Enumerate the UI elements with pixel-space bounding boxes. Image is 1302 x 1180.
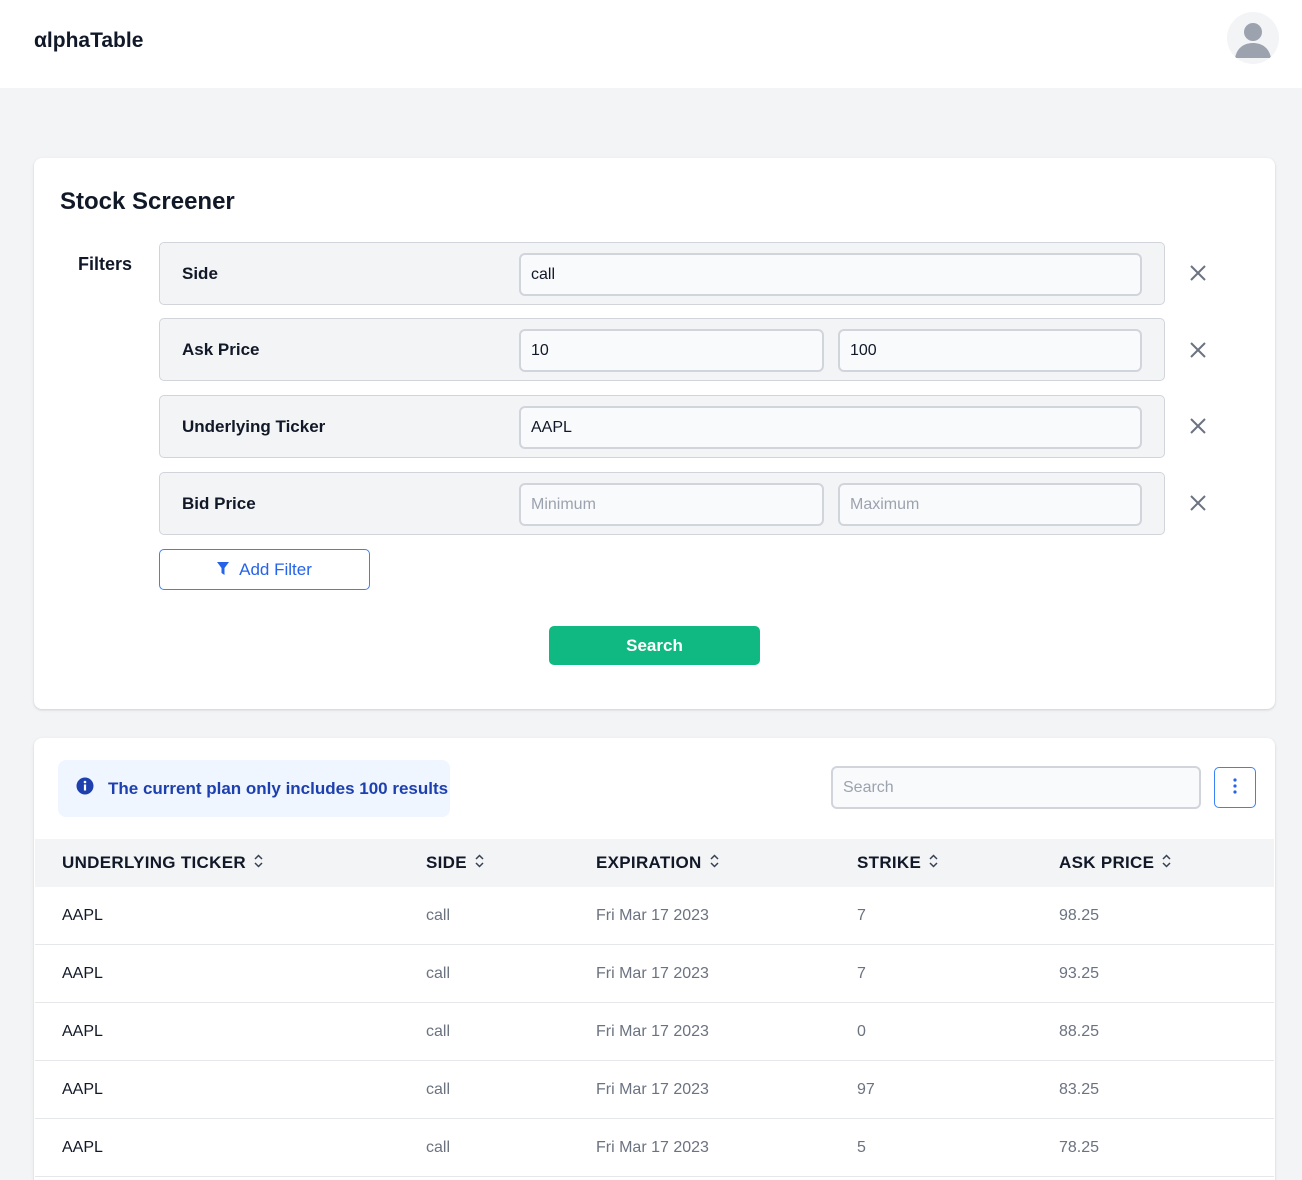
search-button[interactable]: Search	[549, 626, 760, 665]
filters-label: Filters	[78, 254, 133, 274]
filter-row-side: Side	[159, 242, 1165, 305]
column-header-side[interactable]: SIDE	[426, 839, 484, 887]
ask-price-max-input[interactable]	[838, 329, 1142, 372]
cell-underlying-ticker: AAPL	[62, 1139, 103, 1156]
column-header-strike[interactable]: STRIKE	[857, 839, 938, 887]
table-row[interactable]: AAPL call Fri Mar 17 2023 7 93.25	[35, 945, 1274, 1003]
table-row[interactable]: AAPL call Fri Mar 17 2023 0 88.25	[35, 1003, 1274, 1061]
cell-side: call	[426, 1139, 451, 1156]
column-header-ask-price[interactable]: ASK PRICE	[1059, 839, 1171, 887]
column-header-label: STRIKE	[857, 853, 922, 872]
cell-ask-price: 78.25	[1059, 1139, 1100, 1156]
cell-side: call	[426, 1081, 451, 1098]
cell-underlying-ticker: AAPL	[62, 965, 103, 982]
filter-row-ask-price: Ask Price	[159, 318, 1165, 381]
table-search-input[interactable]	[831, 766, 1201, 809]
remove-filter-ask-price-button[interactable]	[1184, 337, 1212, 365]
sort-icon	[710, 839, 719, 887]
ask-price-min-input[interactable]	[519, 329, 824, 372]
sort-icon	[254, 839, 263, 887]
cell-strike: 7	[857, 965, 866, 982]
close-icon	[1189, 417, 1207, 438]
sort-icon	[929, 839, 938, 887]
column-header-label: SIDE	[426, 853, 467, 872]
column-header-expiration[interactable]: EXPIRATION	[596, 839, 719, 887]
page-title: Stock Screener	[60, 188, 235, 215]
cell-expiration: Fri Mar 17 2023	[596, 907, 709, 924]
cell-expiration: Fri Mar 17 2023	[596, 965, 709, 982]
top-bar: αlphaTable	[0, 0, 1302, 88]
cell-ask-price: 88.25	[1059, 1023, 1100, 1040]
cell-expiration: Fri Mar 17 2023	[596, 1081, 709, 1098]
table-header: UNDERLYING TICKER SIDE EXPIRATION STRIKE…	[35, 839, 1274, 887]
table-row[interactable]: AAPL call Fri Mar 17 2023 97 83.25	[35, 1061, 1274, 1119]
filter-name: Ask Price	[182, 340, 260, 359]
column-header-underlying-ticker[interactable]: UNDERLYING TICKER	[62, 839, 263, 887]
cell-expiration: Fri Mar 17 2023	[596, 1139, 709, 1156]
table-menu-button[interactable]	[1214, 767, 1256, 808]
cell-underlying-ticker: AAPL	[62, 907, 103, 924]
results-card: The current plan only includes 100 resul…	[34, 738, 1275, 1180]
side-filter-input[interactable]	[519, 253, 1142, 296]
filter-name: Underlying Ticker	[182, 417, 326, 436]
table-row[interactable]: AAPL call Fri Mar 17 2023 5 78.25	[35, 1119, 1274, 1177]
cell-side: call	[426, 965, 451, 982]
sort-icon	[475, 839, 484, 887]
remove-filter-side-button[interactable]	[1184, 260, 1212, 288]
cell-ask-price: 98.25	[1059, 907, 1100, 924]
vertical-dots-icon	[1233, 778, 1237, 797]
bid-price-min-input[interactable]	[519, 483, 824, 526]
table-row[interactable]: AAPL call Fri Mar 17 2023 7 98.25	[35, 887, 1274, 945]
column-header-label: ASK PRICE	[1059, 853, 1155, 872]
add-filter-label: Add Filter	[239, 559, 312, 579]
filter-name: Side	[182, 264, 218, 283]
cell-strike: 97	[857, 1081, 875, 1098]
filter-name: Bid Price	[182, 494, 256, 513]
close-icon	[1189, 494, 1207, 515]
bid-price-max-input[interactable]	[838, 483, 1142, 526]
cell-expiration: Fri Mar 17 2023	[596, 1023, 709, 1040]
column-header-label: UNDERLYING TICKER	[62, 853, 246, 872]
underlying-ticker-filter-input[interactable]	[519, 406, 1142, 449]
close-icon	[1189, 264, 1207, 285]
stock-screener-card: Stock Screener Filters Side Ask Price Un…	[34, 158, 1275, 709]
remove-filter-bid-price-button[interactable]	[1184, 490, 1212, 518]
sort-icon	[1162, 839, 1171, 887]
info-icon	[76, 777, 94, 800]
filter-icon	[217, 560, 230, 580]
cell-ask-price: 83.25	[1059, 1081, 1100, 1098]
cell-strike: 0	[857, 1023, 866, 1040]
cell-underlying-ticker: AAPL	[62, 1081, 103, 1098]
cell-strike: 7	[857, 907, 866, 924]
app-logo[interactable]: αlphaTable	[34, 29, 143, 53]
user-avatar-icon	[1227, 12, 1279, 64]
add-filter-button[interactable]: Add Filter	[159, 549, 370, 590]
remove-filter-underlying-ticker-button[interactable]	[1184, 413, 1212, 441]
filter-row-bid-price: Bid Price	[159, 472, 1165, 535]
cell-ask-price: 93.25	[1059, 965, 1100, 982]
cell-strike: 5	[857, 1139, 866, 1156]
cell-side: call	[426, 1023, 451, 1040]
cell-side: call	[426, 907, 451, 924]
plan-notice: The current plan only includes 100 resul…	[58, 760, 450, 817]
column-header-label: EXPIRATION	[596, 853, 702, 872]
plan-notice-text: The current plan only includes 100 resul…	[108, 778, 449, 798]
cell-underlying-ticker: AAPL	[62, 1023, 103, 1040]
user-avatar-button[interactable]	[1227, 12, 1279, 64]
filter-row-underlying-ticker: Underlying Ticker	[159, 395, 1165, 458]
close-icon	[1189, 341, 1207, 362]
